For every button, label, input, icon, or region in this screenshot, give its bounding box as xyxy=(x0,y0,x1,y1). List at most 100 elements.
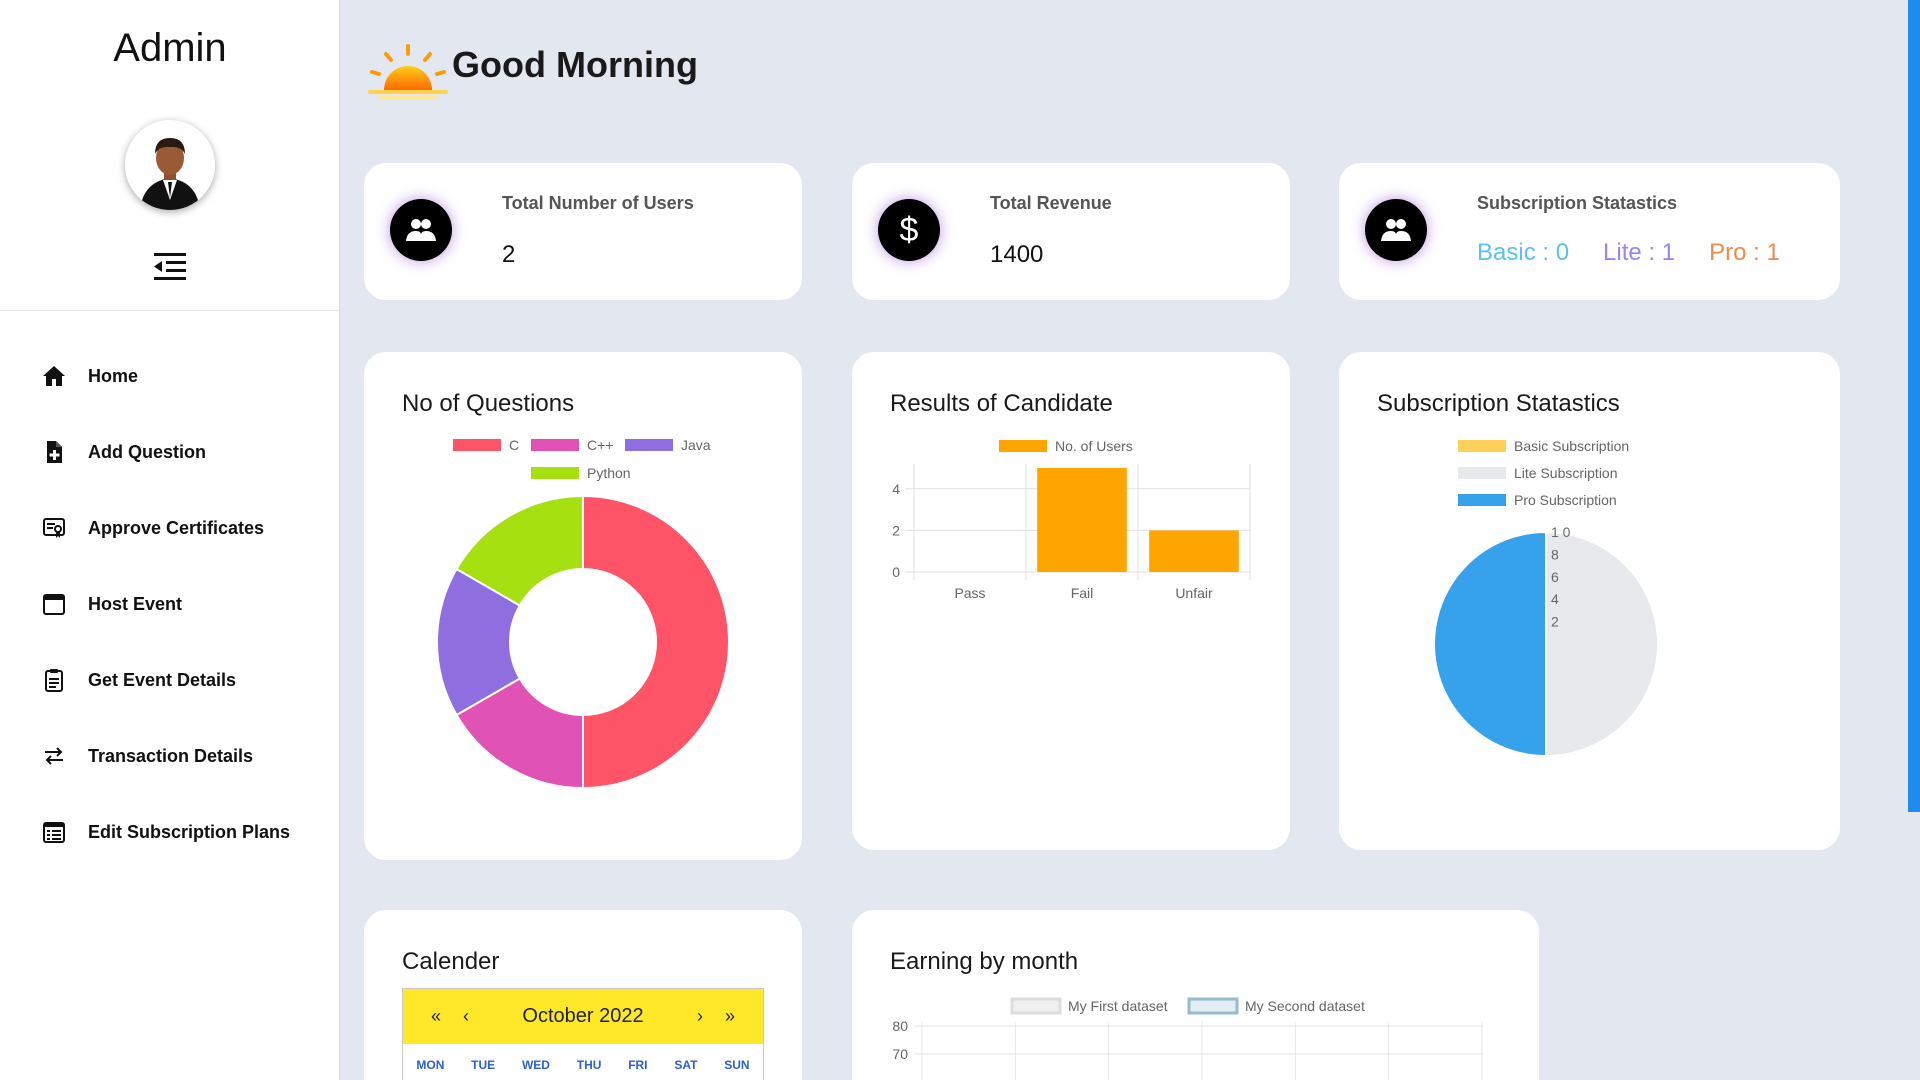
legend-swatch xyxy=(1187,997,1239,1015)
sidebar-item-label: Home xyxy=(88,365,139,386)
earning-chart-card: Earning by month My First dataset My Seco… xyxy=(852,910,1539,1080)
sidebar-item-label: Transaction Details xyxy=(88,745,254,766)
y-tick-label: 4 xyxy=(892,481,900,497)
stat-card-subscription: Subscription Statastics Basic : 0 Lite :… xyxy=(1339,163,1840,300)
clipboard-icon xyxy=(40,666,68,694)
x-tick-label: Pass xyxy=(954,585,985,601)
legend-swatch xyxy=(1010,997,1062,1015)
legend-swatch xyxy=(999,440,1047,452)
y-tick-label: 2 xyxy=(892,522,900,538)
avatar[interactable] xyxy=(125,120,215,210)
home-icon xyxy=(40,362,68,390)
transfer-arrows-icon xyxy=(40,742,68,770)
donut-slice xyxy=(582,494,730,790)
legend-label: My Second dataset xyxy=(1245,998,1365,1014)
radial-tick-label: 4 xyxy=(1551,591,1559,607)
polar-slice xyxy=(1433,530,1547,758)
questions-donut-chart: C C++ Java Python xyxy=(436,437,730,790)
lite-count: Lite : 1 xyxy=(1603,239,1676,266)
certificate-icon xyxy=(40,514,68,542)
subscription-polar-chart: Basic Subscription Lite Subscription Pro S… xyxy=(1433,438,1659,758)
results-bar-chart: No. of Users 0 2 4 Pass Fail Unfair xyxy=(892,438,1251,601)
legend-swatch xyxy=(1458,467,1506,479)
legend-swatch xyxy=(453,439,501,451)
questions-chart-card: No of Questions C C++ Java Python xyxy=(364,352,802,860)
stat-title: Subscription Statastics xyxy=(1477,193,1678,213)
sidebar-item-edit-subscription-plans[interactable]: Edit Subscription Plans xyxy=(0,794,340,870)
weekday-label: SUN xyxy=(724,1058,750,1072)
sidebar-item-label: Approve Certificates xyxy=(88,517,265,538)
legend-label: My First dataset xyxy=(1068,998,1168,1014)
legend-label: Python xyxy=(587,465,631,481)
page-title: Good Morning xyxy=(452,44,698,85)
subscription-chart-card: Subscription Statastics Basic Subscripti… xyxy=(1339,352,1840,850)
legend-label: Basic Subscription xyxy=(1514,438,1629,454)
results-chart-card: Results of Candidate No. of Users 0 2 4 Pass… xyxy=(852,352,1290,850)
legend-label: No. of Users xyxy=(1055,438,1133,454)
sidebar-item-label: Add Question xyxy=(88,441,206,462)
calendar-title: Calender xyxy=(402,948,500,975)
legend-label: Lite Subscription xyxy=(1514,465,1618,481)
weekday-label: MON xyxy=(416,1058,445,1072)
sidebar-nav: Home Add Question Approve Certificates H… xyxy=(0,338,340,870)
users-icon xyxy=(1365,199,1427,261)
calendar-header: « ‹ October 2022 › » xyxy=(403,989,763,1044)
legend-label: Pro Subscription xyxy=(1514,492,1617,508)
prev-month-button[interactable]: ‹ xyxy=(451,1006,481,1027)
radial-tick-label: 2 xyxy=(1551,614,1559,630)
weekday-label: FRI xyxy=(628,1058,648,1072)
calendar: « ‹ October 2022 › » MON TUE WED THU FRI… xyxy=(402,988,764,1080)
legend-swatch xyxy=(531,467,579,479)
legend-label: C xyxy=(509,437,519,453)
sidebar-item-label: Edit Subscription Plans xyxy=(88,821,291,842)
sidebar-divider xyxy=(0,310,340,311)
sidebar-item-get-event-details[interactable]: Get Event Details xyxy=(0,642,340,718)
legend-label: Java xyxy=(681,437,711,453)
calendar-month-label[interactable]: October 2022 xyxy=(481,1005,685,1028)
sidebar-item-label: Get Event Details xyxy=(88,669,237,690)
bar xyxy=(1037,468,1127,572)
sidebar-item-host-event[interactable]: Host Event xyxy=(0,566,340,642)
stat-value: 2 xyxy=(502,241,516,268)
calendar-weekdays: MON TUE WED THU FRI SAT SUN xyxy=(403,1044,763,1072)
stat-card-revenue: $ Total Revenue 1400 xyxy=(852,163,1290,300)
users-icon xyxy=(390,199,452,261)
stat-title: Total Number of Users xyxy=(502,193,694,213)
svg-text:$: $ xyxy=(900,212,919,248)
bar xyxy=(1149,530,1239,572)
y-tick-label: 80 xyxy=(892,1018,908,1034)
legend-swatch xyxy=(531,439,579,451)
stat-value: 1400 xyxy=(990,241,1044,268)
subscription-values: Basic : 0 Lite : 1 Pro : 1 xyxy=(1477,239,1780,267)
sidebar-item-transaction-details[interactable]: Transaction Details xyxy=(0,718,340,794)
scrollbar[interactable] xyxy=(1908,0,1920,812)
radial-tick-label: 8 xyxy=(1551,546,1559,562)
legend-label: C++ xyxy=(587,437,613,453)
x-tick-label: Fail xyxy=(1071,585,1094,601)
sunrise-icon xyxy=(364,40,452,100)
y-tick-label: 0 xyxy=(892,564,900,580)
avatar-icon xyxy=(125,120,215,210)
earning-line-chart: My First dataset My Second dataset 80 70 xyxy=(892,997,1483,1080)
basic-count: Basic : 0 xyxy=(1477,239,1570,266)
pro-count: Pro : 1 xyxy=(1709,239,1780,266)
y-tick-label: 70 xyxy=(892,1046,908,1062)
stat-title: Total Revenue xyxy=(990,193,1112,213)
prev-year-button[interactable]: « xyxy=(421,1006,451,1027)
legend-swatch xyxy=(1458,494,1506,506)
sidebar-item-approve-certificates[interactable]: Approve Certificates xyxy=(0,490,340,566)
weekday-label: SAT xyxy=(674,1058,698,1072)
polar-slice xyxy=(1545,530,1659,758)
sidebar-title: Admin xyxy=(113,26,227,70)
radial-tick-label: 1 0 xyxy=(1551,524,1571,540)
next-year-button[interactable]: » xyxy=(715,1006,745,1027)
legend-swatch xyxy=(1458,440,1506,452)
weekday-label: THU xyxy=(576,1058,602,1072)
sidebar-item-add-question[interactable]: Add Question xyxy=(0,414,340,490)
sidebar-item-home[interactable]: Home xyxy=(0,338,340,414)
next-month-button[interactable]: › xyxy=(685,1006,715,1027)
weekday-label: WED xyxy=(521,1058,550,1072)
menu-toggle-icon[interactable] xyxy=(150,250,190,284)
sidebar-item-label: Host Event xyxy=(88,593,183,614)
legend-swatch xyxy=(625,439,673,451)
